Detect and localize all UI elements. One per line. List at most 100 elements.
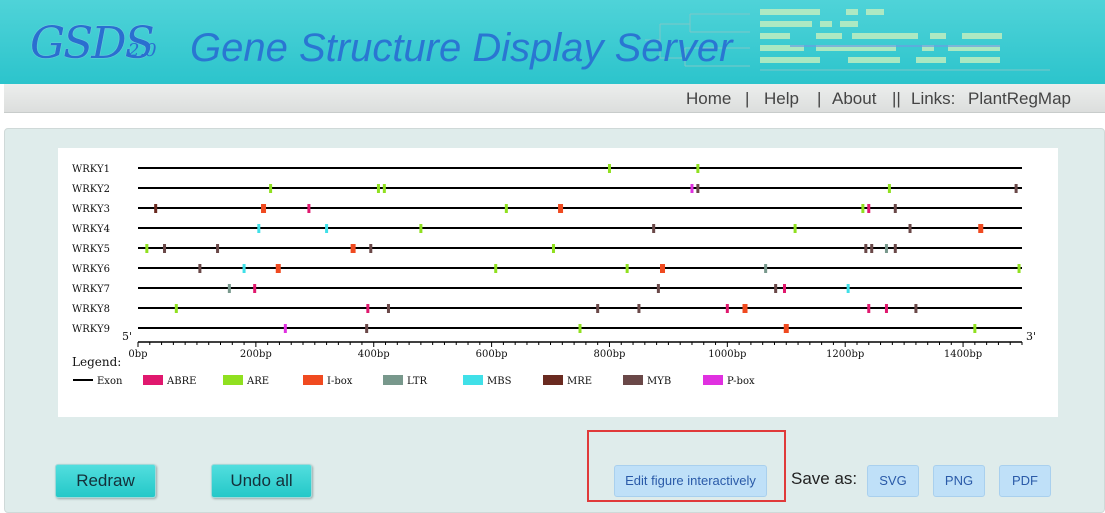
nav-plantregmap-link[interactable]: PlantRegMap — [968, 89, 1071, 109]
gsds-logo[interactable]: GSDS 2.0 — [30, 18, 170, 74]
gene-label: WRKY1 — [72, 164, 110, 175]
feature-mark-myb — [652, 224, 656, 233]
feature-mark-are — [887, 184, 891, 193]
feature-mark-i-box — [783, 324, 789, 333]
legend-swatch-myb — [623, 375, 643, 385]
gene-label: WRKY3 — [72, 204, 110, 215]
feature-mark-are — [174, 304, 178, 313]
feature-mark-abre — [307, 204, 311, 213]
save-pdf-button[interactable]: PDF — [999, 465, 1051, 497]
feature-mark-myb — [369, 244, 373, 253]
legend-label: ARE — [246, 376, 269, 387]
feature-mark-are — [861, 204, 865, 213]
nav-separator: || — [892, 89, 901, 108]
undo-all-button[interactable]: Undo all — [211, 464, 312, 498]
feature-mark-are — [145, 244, 149, 253]
feature-mark-are — [607, 164, 611, 173]
feature-mark-i-box — [275, 264, 281, 273]
feature-mark-are — [1017, 264, 1021, 273]
gene-label: WRKY4 — [72, 224, 110, 235]
feature-mark-mre — [154, 204, 158, 213]
feature-mark-p-box — [690, 184, 694, 193]
three-prime-label: 3' — [1026, 330, 1036, 343]
feature-mark-abre — [867, 204, 871, 213]
feature-mark-myb — [908, 224, 912, 233]
feature-mark-are — [973, 324, 977, 333]
x-tick-label: 1400bp — [944, 349, 982, 360]
save-svg-button[interactable]: SVG — [867, 465, 919, 497]
feature-mark-are — [625, 264, 629, 273]
legend-label: MYB — [647, 376, 671, 387]
feature-mark-i-box — [261, 204, 267, 213]
feature-mark-ltr — [764, 264, 768, 273]
redraw-button[interactable]: Redraw — [55, 464, 156, 498]
feature-mark-ltr — [227, 284, 231, 293]
x-tick-label: 1200bp — [826, 349, 864, 360]
feature-mark-are — [376, 184, 380, 193]
nav-links-label: Links: — [911, 89, 956, 108]
x-tick-label: 600bp — [476, 349, 508, 360]
gene-structure-svg: WRKY1 WRKY2 WRKY3 WRKY4 WRKY5 WRKY6 WRKY7 WRKY8… — [72, 164, 1036, 387]
legend-label: MBS — [487, 376, 512, 387]
edit-figure-interactively-button[interactable]: Edit figure interactively — [614, 465, 767, 497]
feature-mark-abre — [884, 304, 888, 313]
feature-mark-p-box — [283, 324, 287, 333]
legend-label: P-box — [727, 376, 755, 387]
x-tick-label: 1000bp — [708, 349, 746, 360]
nav-about-link[interactable]: About — [832, 89, 876, 109]
feature-mark-mbs — [242, 264, 246, 273]
feature-mark-myb — [774, 284, 778, 293]
feature-mark-myb — [864, 244, 868, 253]
feature-mark-are — [696, 164, 700, 173]
feature-mark-abre — [725, 304, 729, 313]
feature-mark-i-box — [660, 264, 666, 273]
nav-help-link[interactable]: Help — [764, 89, 799, 109]
feature-mark-i-box — [978, 224, 984, 233]
legend-swatch-are — [223, 375, 243, 385]
legend-label: MRE — [567, 376, 592, 387]
x-tick-label: 800bp — [594, 349, 626, 360]
gene-label: WRKY5 — [72, 244, 110, 255]
feature-mark-myb — [163, 244, 167, 253]
header-banner: GSDS 2.0 Gene Structure Display Server — [0, 0, 1105, 84]
feature-mark-myb — [216, 244, 220, 253]
nav-separator: | — [817, 89, 822, 108]
nav-home-link[interactable]: Home — [686, 89, 731, 109]
feature-mark-myb — [914, 304, 918, 313]
feature-mark-mbs — [325, 224, 329, 233]
feature-mark-i-box — [742, 304, 748, 313]
feature-mark-myb — [870, 244, 874, 253]
feature-mark-abre — [253, 284, 257, 293]
feature-mark-myb — [386, 304, 390, 313]
legend-swatch-mre — [543, 375, 563, 385]
feature-mark-are — [504, 204, 508, 213]
legend-label: I-box — [327, 376, 353, 387]
feature-mark-myb — [198, 264, 202, 273]
logo-version: 2.0 — [128, 40, 157, 61]
gene-label: WRKY8 — [72, 304, 110, 315]
feature-mark-abre — [867, 304, 871, 313]
save-png-button[interactable]: PNG — [933, 465, 985, 497]
legend-swatch-p-box — [703, 375, 723, 385]
five-prime-label: 5' — [122, 330, 132, 343]
legend-label: Exon — [97, 376, 123, 387]
gene-label: WRKY2 — [72, 184, 110, 195]
feature-mark-are — [269, 184, 273, 193]
feature-mark-i-box — [350, 244, 356, 253]
feature-mark-myb — [656, 284, 660, 293]
x-tick-label: 400bp — [358, 349, 390, 360]
feature-mark-myb — [365, 324, 369, 333]
gene-label: WRKY9 — [72, 324, 110, 335]
feature-mark-myb — [596, 304, 600, 313]
x-tick-label: 200bp — [240, 349, 272, 360]
legend-label: ABRE — [166, 376, 196, 387]
feature-mark-are — [382, 184, 386, 193]
feature-mark-are — [793, 224, 797, 233]
feature-mark-are — [578, 324, 582, 333]
legend-swatch-mbs — [463, 375, 483, 385]
nav-separator: | — [745, 89, 750, 108]
top-navigation: Home | Help | About || Links: PlantRegMa… — [4, 84, 1105, 113]
gene-structure-figure[interactable]: WRKY1 WRKY2 WRKY3 WRKY4 WRKY5 WRKY6 WRKY7 WRKY8… — [58, 148, 1058, 417]
legend-title: Legend: — [72, 355, 121, 369]
legend-swatch-i-box — [303, 375, 323, 385]
